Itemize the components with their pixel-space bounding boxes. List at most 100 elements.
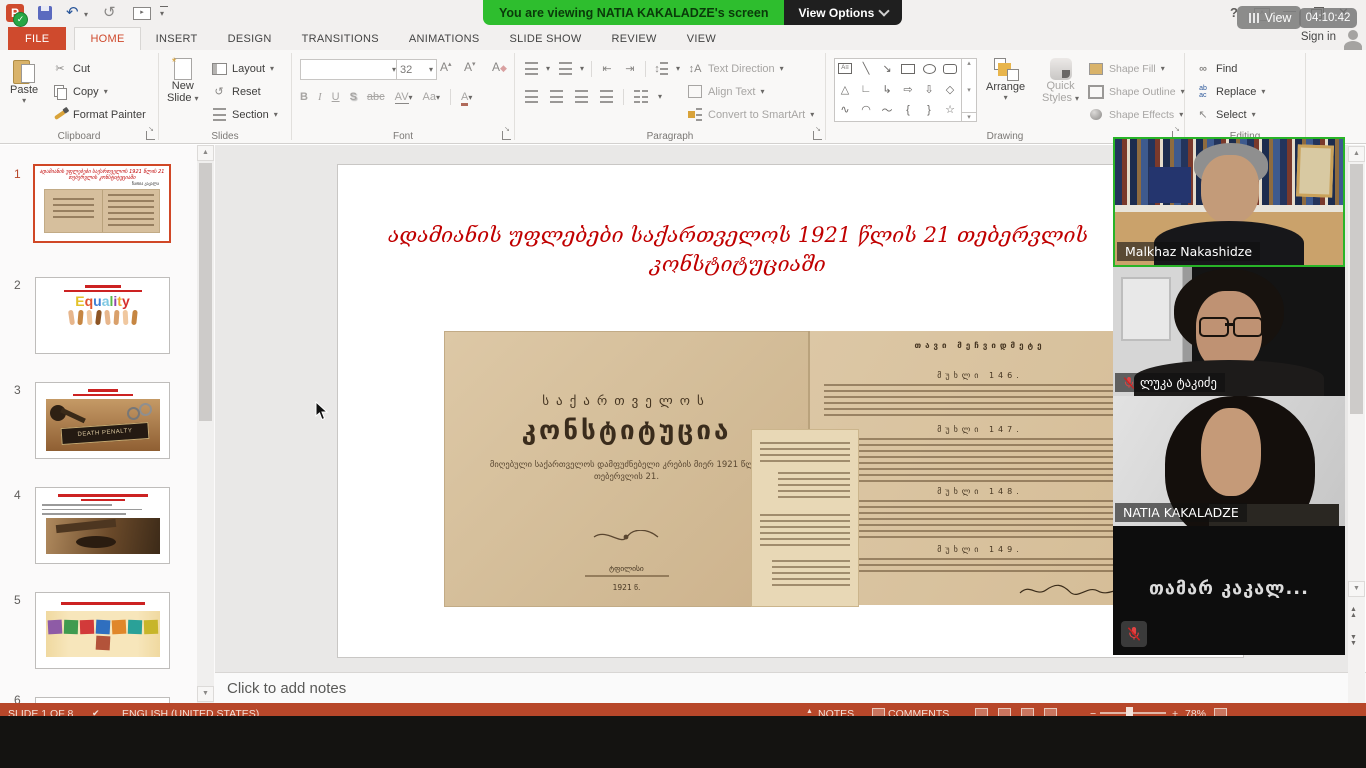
tab-slideshow[interactable]: SLIDE SHOW (494, 27, 596, 50)
bullets-button[interactable] (523, 61, 539, 77)
tab-transitions[interactable]: TRANSITIONS (287, 27, 394, 50)
clipboard-dialog-launcher-icon[interactable] (146, 131, 155, 140)
zoom-slider-track[interactable] (1100, 712, 1166, 714)
decrease-font-size-button[interactable]: A▾ (460, 60, 480, 74)
tab-file[interactable]: FILE (8, 27, 66, 50)
shape-arc-icon[interactable]: ◠ (856, 100, 876, 119)
shape-down-arrow-icon[interactable]: ⇩ (919, 80, 939, 99)
quick-styles-button[interactable]: Quick Styles ▾ (1042, 58, 1079, 104)
thumbnail-scroll-up-button[interactable]: ▲ (197, 145, 214, 161)
shape-gallery-more-button[interactable]: ▾ (962, 112, 976, 121)
section-button[interactable]: Section ▾ (211, 104, 278, 125)
paste-dropdown-icon[interactable]: ▾ (22, 96, 26, 105)
slide-thumbnail-3[interactable]: DEATH PENALTY (35, 382, 170, 459)
tab-design[interactable]: DESIGN (213, 27, 287, 50)
sign-in-link[interactable]: Sign in (1301, 31, 1336, 43)
previous-slide-button[interactable]: ▲▲ (1350, 607, 1357, 619)
scroll-up-button[interactable]: ▲ (1348, 146, 1365, 162)
shape-curve-icon[interactable]: ～ (877, 100, 897, 119)
tab-review[interactable]: REVIEW (597, 27, 672, 50)
shape-fill-button[interactable]: Shape Fill▾ (1088, 58, 1165, 79)
align-left-button[interactable] (523, 89, 539, 105)
scrollbar-thumb[interactable] (1350, 164, 1363, 414)
notes-toggle-icon[interactable]: ▲ (806, 708, 813, 715)
shape-arrow-icon[interactable]: ↘ (877, 59, 897, 78)
tab-insert[interactable]: INSERT (141, 27, 213, 50)
cut-button[interactable]: ✂ Cut (52, 58, 90, 79)
copy-dropdown-icon[interactable]: ▾ (104, 87, 108, 96)
format-painter-button[interactable]: Format Painter (52, 104, 146, 125)
slide-thumbnail-5[interactable] (35, 592, 170, 669)
copy-button[interactable]: Copy ▾ (52, 81, 108, 102)
decrease-indent-button[interactable]: ⇤ (599, 61, 615, 77)
align-text-button[interactable]: Align Text▾ (687, 81, 765, 102)
tab-view[interactable]: VIEW (672, 27, 731, 50)
slide-thumbnail-1[interactable]: ადამიანის უფლებები საქართველოს 1921 წლის… (33, 164, 171, 243)
shape-right-brace-icon[interactable]: } (919, 100, 939, 119)
shape-elbow-icon[interactable]: ∟ (856, 80, 876, 99)
shape-star-icon[interactable]: ☆ (940, 100, 960, 119)
reset-button[interactable]: ↺ Reset (211, 81, 261, 102)
shape-freeform-icon[interactable]: ◇ (940, 80, 960, 99)
thumbnail-scrollbar[interactable]: ▲ ▼ (197, 145, 214, 703)
shape-triangle-icon[interactable]: △ (835, 80, 855, 99)
align-center-button[interactable] (548, 89, 564, 105)
shape-textbox-icon[interactable]: A≡ (835, 59, 855, 78)
zoom-view-overlay-button[interactable]: View (1237, 6, 1301, 29)
select-button[interactable]: ↖ Select ▾ (1195, 104, 1256, 125)
slide-title-line1[interactable]: ადამიანის უფლებები საქართველოს 1921 წლის… (358, 223, 1118, 247)
scroll-down-button[interactable]: ▼ (1348, 581, 1365, 597)
shape-effects-button[interactable]: Shape Effects▾ (1088, 104, 1183, 125)
find-button[interactable]: ∞ Find (1195, 58, 1237, 79)
video-tile-luka[interactable]: ლუკა ტაკიძე (1113, 267, 1345, 396)
thumbnail-scroll-down-button[interactable]: ▼ (197, 686, 214, 702)
font-color-button[interactable]: A▾ (461, 91, 472, 103)
font-name-combobox[interactable]: ▾ (300, 59, 400, 80)
font-size-combobox[interactable]: 32▾ (396, 59, 437, 80)
slide-area-scrollbar[interactable]: ▲ ▼ ▲▲ ▼▼ (1348, 145, 1365, 703)
paste-button[interactable]: Paste ▾ (10, 58, 38, 105)
slide-thumbnail-4[interactable] (35, 487, 170, 564)
underline-button[interactable]: U (332, 91, 340, 103)
shape-outline-button[interactable]: Shape Outline▾ (1088, 81, 1185, 102)
align-right-button[interactable] (573, 89, 589, 105)
tab-animations[interactable]: ANIMATIONS (394, 27, 495, 50)
italic-button[interactable]: I (318, 91, 322, 103)
undo-button[interactable]: ↶ (66, 3, 79, 21)
slide-title-line2[interactable]: კონსტიტუციაში (358, 252, 1118, 276)
shape-elbow-arrow-icon[interactable]: ↳ (877, 80, 897, 99)
shape-gallery-up-button[interactable]: ▴ (967, 59, 971, 67)
start-slideshow-button[interactable]: ▸ (133, 7, 151, 20)
shape-gallery-down-button[interactable]: ▾ (967, 86, 971, 94)
current-slide[interactable]: ადამიანის უფლებები საქართველოს 1921 წლის… (337, 164, 1244, 658)
paragraph-dialog-launcher-icon[interactable] (813, 131, 822, 140)
justify-button[interactable] (598, 89, 614, 105)
shape-rectangle-icon[interactable] (898, 59, 918, 78)
bold-button[interactable]: B (300, 91, 308, 103)
next-slide-button[interactable]: ▼▼ (1350, 635, 1357, 647)
new-slide-button[interactable]: New Slide ▾ (167, 58, 199, 104)
shape-gallery[interactable]: A≡ ╲ ↘ △ ∟ ↳ ⇨ ⇩ ◇ ∿ ◠ ～ { } ☆ (834, 58, 962, 122)
thumbnail-scrollbar-thumb[interactable] (199, 163, 212, 421)
video-tile-natia[interactable]: NATIA KAKALADZE (1113, 396, 1345, 526)
numbering-button[interactable] (557, 61, 573, 77)
video-tile-tamar[interactable]: თამარ კაკალ... (1113, 526, 1345, 655)
tab-home[interactable]: HOME (74, 27, 140, 50)
clear-formatting-button[interactable]: A◆ (488, 60, 511, 74)
increase-font-size-button[interactable]: A▴ (436, 60, 456, 74)
text-shadow-button[interactable]: S (350, 91, 357, 103)
line-spacing-button[interactable]: ↕ (653, 61, 669, 77)
increase-indent-button[interactable]: ⇥ (622, 61, 638, 77)
shape-oval-icon[interactable] (919, 59, 939, 78)
shape-right-arrow-icon[interactable]: ⇨ (898, 80, 918, 99)
shape-line-icon[interactable]: ╲ (856, 59, 876, 78)
layout-button[interactable]: Layout ▾ (211, 58, 274, 79)
shape-left-brace-icon[interactable]: { (898, 100, 918, 119)
font-dialog-launcher-icon[interactable] (502, 131, 511, 140)
convert-smartart-button[interactable]: Convert to SmartArt▾ (687, 104, 814, 125)
text-direction-button[interactable]: ↕A Text Direction▾ (687, 58, 784, 79)
change-case-button[interactable]: Aa▾ (423, 91, 440, 103)
strikethrough-button[interactable]: abc (367, 91, 385, 103)
video-tile-malkhaz[interactable]: Malkhaz Nakashidze (1113, 137, 1345, 267)
shape-rounded-rectangle-icon[interactable] (940, 59, 960, 78)
